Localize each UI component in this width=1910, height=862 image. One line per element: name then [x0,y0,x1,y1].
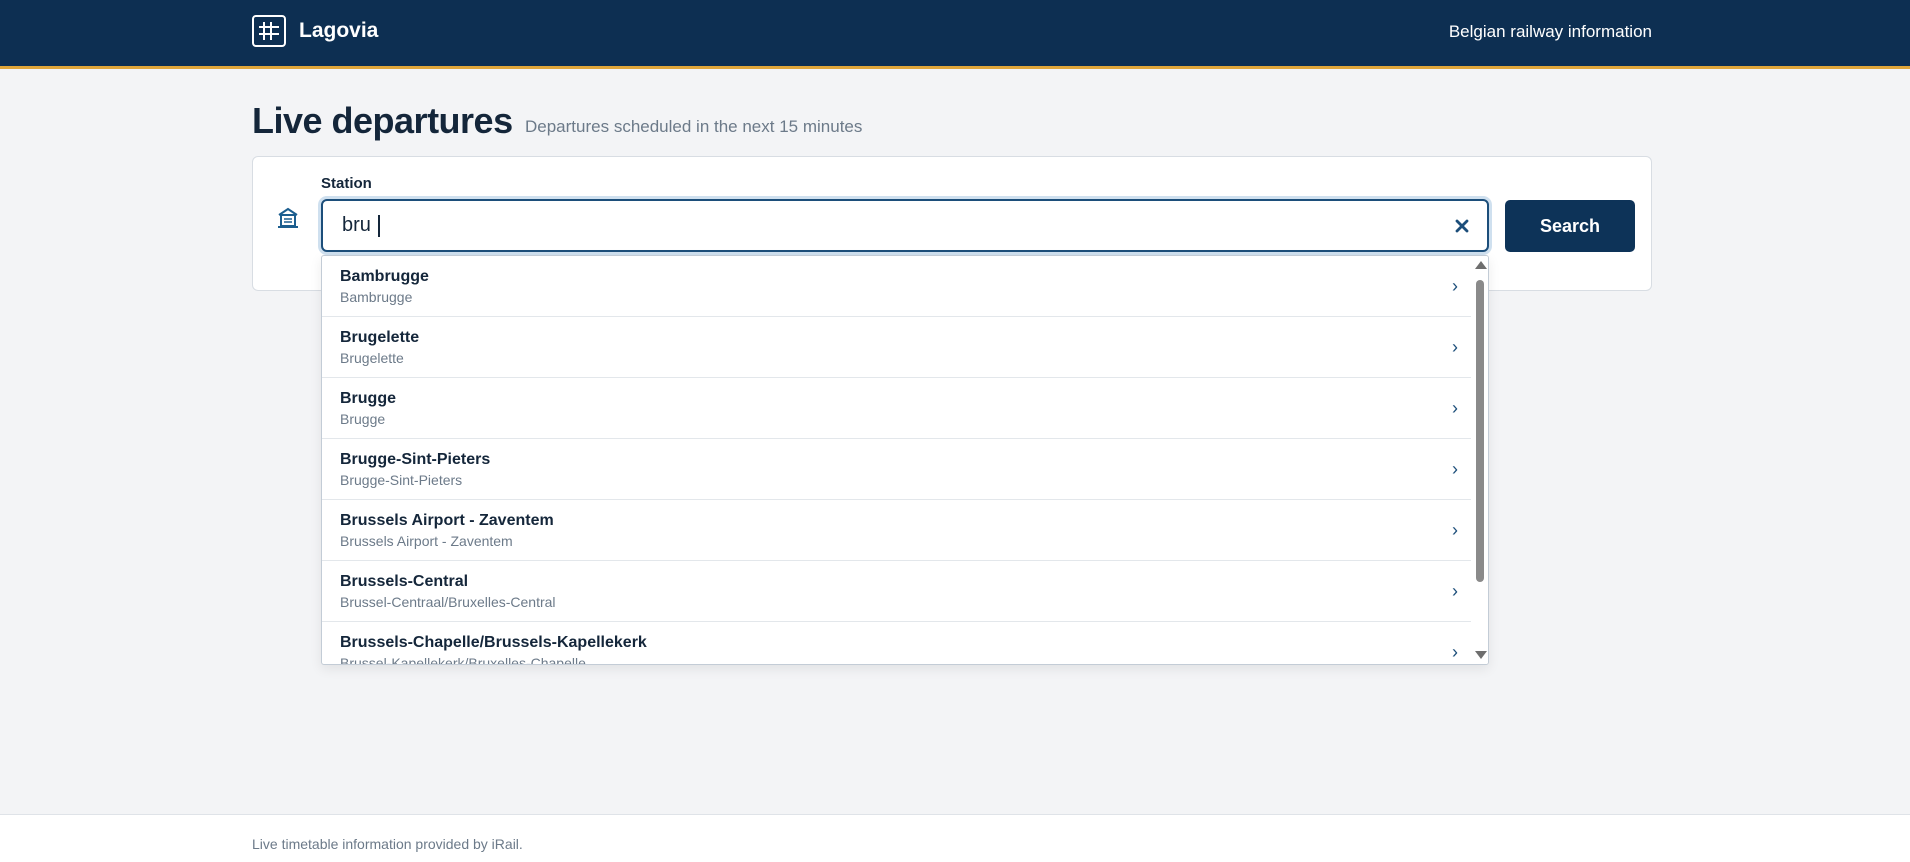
chevron-right-icon: › [1452,276,1458,296]
clear-input-button[interactable] [1451,215,1473,237]
suggestion-subtitle: Brugge-Sint-Pieters [340,472,463,488]
suggestion-name: Brugelette [340,329,420,346]
suggestion-name: Brussels-Chapelle/Brussels-Kapellekerk [340,634,647,651]
suggestion-item[interactable]: Brugelette Brugelette › [322,317,1472,378]
station-label: Station [321,175,372,192]
chevron-right-icon: › [1452,581,1458,601]
header-tagline: Belgian railway information [1448,22,1652,41]
footer-text: Live timetable information provided by i… [252,836,523,852]
brand-name[interactable]: Lagovia [299,19,378,43]
page-subtitle: Departures scheduled in the next 15 minu… [525,117,863,136]
suggestion-subtitle: Brussel-Kapellekerk/Bruxelles-Chapelle [340,655,586,665]
top-bar: Lagovia Belgian railway information [0,0,1910,69]
scroll-up-arrow-icon[interactable] [1475,261,1487,269]
suggestion-name: Brussels-Central [340,573,469,590]
suggestion-item[interactable]: Brugge-Sint-Pieters Brugge-Sint-Pieters … [322,439,1472,500]
dropdown-scrollbar[interactable] [1471,256,1488,664]
suggestion-subtitle: Bambrugge [340,289,413,305]
station-icon [277,207,299,234]
page-title: Live departures [252,100,513,141]
chevron-right-icon: › [1452,337,1458,357]
suggestion-subtitle: Brussel-Centraal/Bruxelles-Central [340,594,556,610]
suggestion-subtitle: Brugge [340,411,386,427]
suggestion-name: Brugge [340,390,396,407]
suggestion-name: Brugge-Sint-Pieters [340,451,491,468]
suggestion-name: Brussels Airport - Zaventem [340,512,554,529]
suggestion-item[interactable]: Brussels Airport - Zaventem Brussels Air… [322,500,1472,561]
railway-logo-icon[interactable] [252,15,286,47]
search-button[interactable]: Search [1505,200,1635,252]
chevron-right-icon: › [1452,520,1458,540]
station-suggestions-dropdown: Bambrugge Bambrugge › Brugelette Brugele… [321,255,1489,665]
chevron-right-icon: › [1452,642,1458,662]
suggestion-item[interactable]: Brussels-Chapelle/Brussels-Kapellekerk B… [322,622,1472,665]
chevron-right-icon: › [1452,398,1458,418]
suggestions-list: Bambrugge Bambrugge › Brugelette Brugele… [322,256,1472,665]
scroll-down-arrow-icon[interactable] [1475,651,1487,659]
suggestion-item[interactable]: Brugge Brugge › [322,378,1472,439]
suggestion-item[interactable]: Brussels-Central Brussel-Centraal/Bruxel… [322,561,1472,622]
chevron-right-icon: › [1452,459,1458,479]
page-footer: Live timetable information provided by i… [0,814,1910,862]
station-input-wrapper [321,199,1489,252]
text-caret [378,215,380,237]
station-search-input[interactable] [323,201,1487,250]
suggestion-name: Bambrugge [340,268,429,285]
scrollbar-thumb[interactable] [1476,280,1484,582]
suggestion-subtitle: Brugelette [340,350,404,366]
close-icon [1455,219,1469,233]
suggestion-subtitle: Brussels Airport - Zaventem [340,533,513,549]
suggestion-item[interactable]: Bambrugge Bambrugge › [322,256,1472,317]
